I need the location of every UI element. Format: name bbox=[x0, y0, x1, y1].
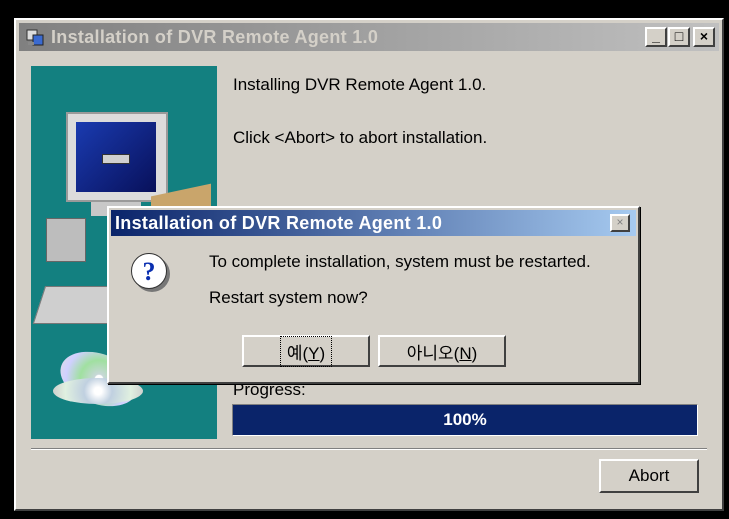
no-button[interactable]: 아니오(N) bbox=[378, 335, 506, 367]
installer-title: Installation of DVR Remote Agent 1.0 bbox=[51, 26, 379, 47]
separator bbox=[31, 448, 707, 450]
no-button-label: 아니오(N) bbox=[406, 343, 478, 363]
maximize-button[interactable]: □ bbox=[668, 27, 690, 47]
restart-required-message: To complete installation, system must be… bbox=[209, 252, 591, 271]
close-button[interactable]: × bbox=[693, 27, 715, 47]
abort-instruction: Click <Abort> to abort installation. bbox=[233, 128, 488, 147]
monitor-illustration bbox=[66, 112, 168, 202]
abort-button[interactable]: Abort bbox=[599, 459, 699, 493]
dialog-close-button[interactable]: × bbox=[610, 214, 630, 232]
yes-button-label: 예(Y) bbox=[279, 335, 333, 367]
installer-app-icon bbox=[25, 27, 45, 47]
question-icon: ? bbox=[131, 253, 167, 289]
installing-message: Installing DVR Remote Agent 1.0. bbox=[233, 75, 487, 94]
yes-button[interactable]: 예(Y) bbox=[242, 335, 370, 367]
progress-bar: 100% bbox=[232, 404, 698, 436]
restart-dialog-title: Installation of DVR Remote Agent 1.0 bbox=[115, 212, 443, 233]
computer-case-illustration bbox=[46, 218, 86, 262]
installer-titlebar[interactable]: Installation of DVR Remote Agent 1.0 _ □… bbox=[19, 23, 719, 51]
minimize-button[interactable]: _ bbox=[645, 27, 667, 47]
restart-prompt: Restart system now? bbox=[209, 288, 368, 307]
progress-percent: 100% bbox=[443, 410, 487, 429]
restart-dialog: Installation of DVR Remote Agent 1.0 × ?… bbox=[107, 206, 640, 384]
restart-dialog-titlebar[interactable]: Installation of DVR Remote Agent 1.0 × bbox=[111, 210, 636, 236]
